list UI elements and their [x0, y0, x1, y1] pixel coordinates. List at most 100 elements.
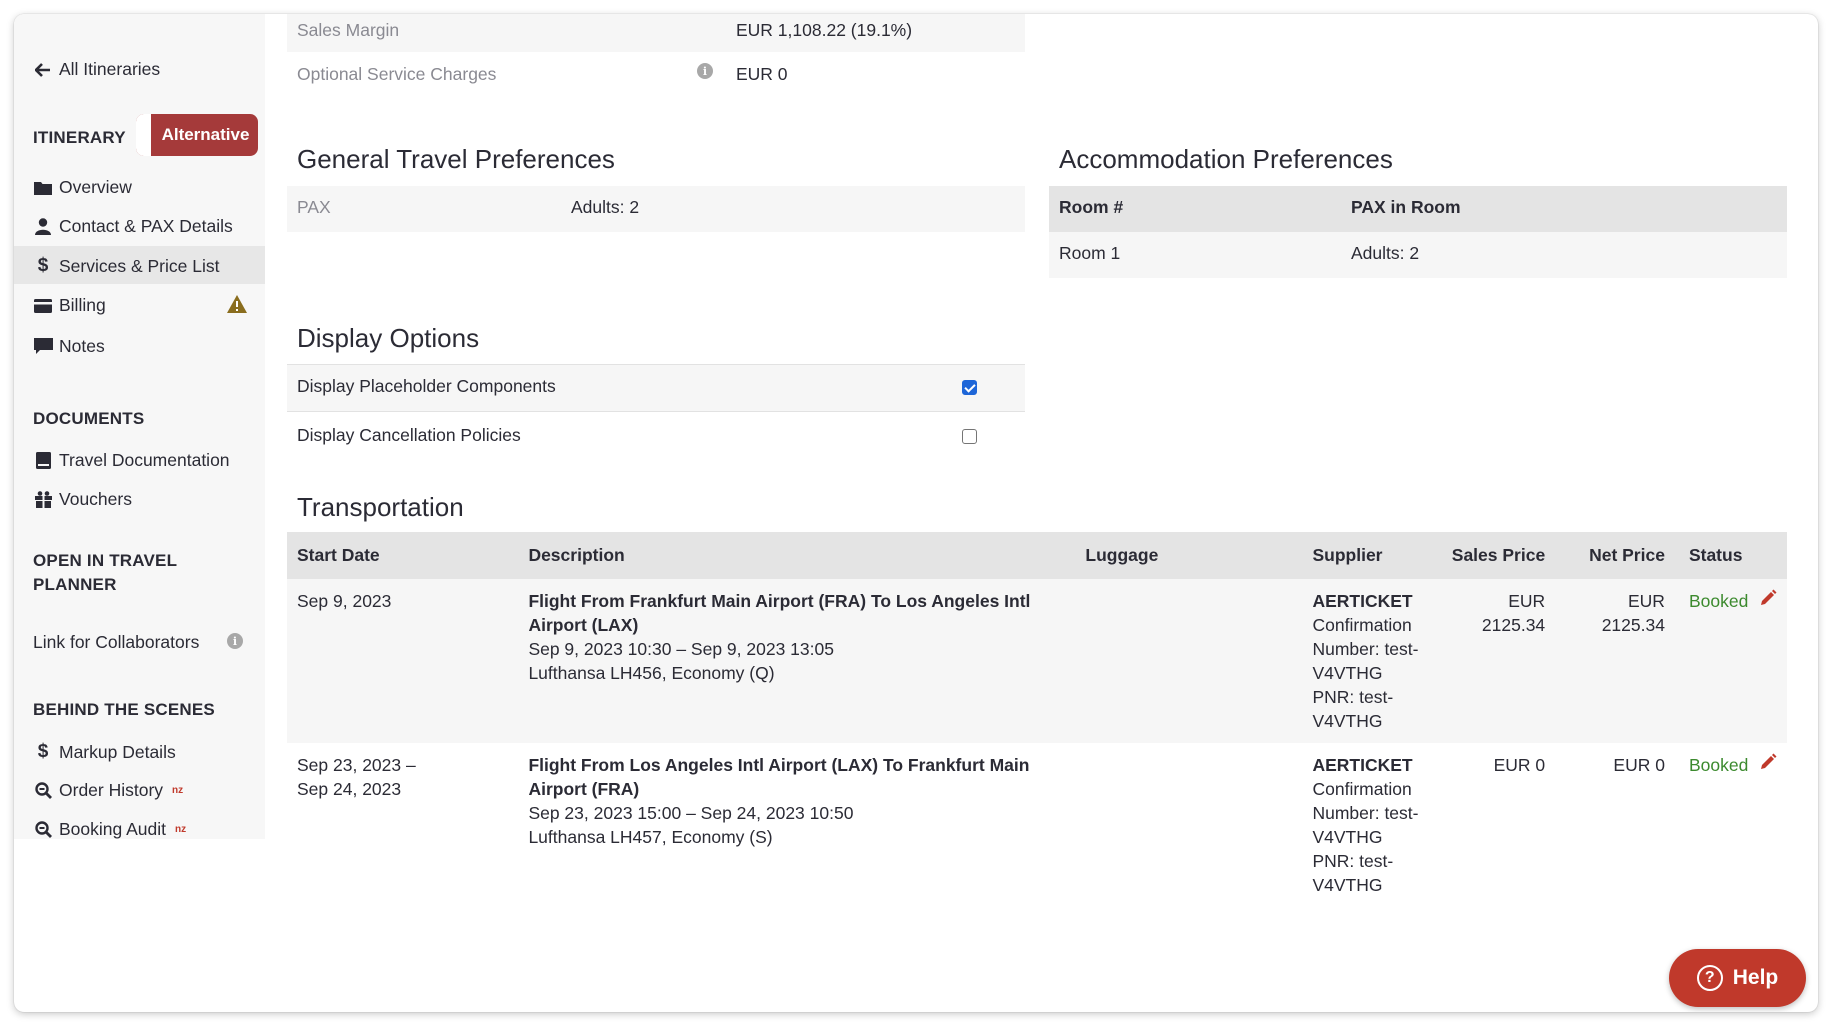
supplier-cell: AERTICKET Confirmation Number: test-V4VT… — [1302, 579, 1436, 743]
sidebar-item-label: Billing — [59, 295, 106, 315]
transportation-table: Start Date Description Luggage Supplier … — [287, 532, 1787, 907]
info-icon[interactable]: i — [227, 633, 243, 649]
sidebar-item-billing[interactable]: Billing — [33, 295, 106, 316]
supplier-cell: AERTICKET Confirmation Number: test-V4VT… — [1302, 743, 1435, 907]
pax-value: Adults: 2 — [571, 197, 640, 217]
sidebar-item-label: Overview — [59, 177, 132, 197]
sidebar-item-label: Notes — [59, 336, 105, 356]
flight-times: Sep 23, 2023 15:00 – Sep 24, 2023 10:50 — [528, 803, 854, 823]
sales-margin-value: EUR 1,108.22 (19.1%) — [736, 20, 913, 40]
dollar-icon: $ — [37, 255, 49, 276]
start-date-value: Sep 23, 2023 – Sep 24, 2023 — [297, 755, 416, 799]
nz-badge: nz — [175, 824, 187, 835]
app-window: All Itineraries ITINERARY Alternative Ov… — [14, 14, 1818, 1012]
sidebar-item-contact-pax[interactable]: Contact & PAX Details — [33, 216, 233, 237]
credit-card-icon — [33, 298, 53, 313]
sales-margin-label: Sales Margin — [297, 20, 400, 40]
display-cancellation-policies-checkbox[interactable] — [962, 429, 977, 444]
display-placeholder-components-checkbox[interactable] — [962, 380, 977, 395]
sidebar-item-label: Vouchers — [59, 489, 132, 509]
sidebar-item-notes[interactable]: Notes — [33, 336, 105, 357]
start-date-cell: Sep 9, 2023 — [287, 579, 519, 743]
search-icon — [33, 782, 53, 799]
book-icon — [33, 452, 53, 469]
warning-icon — [226, 294, 248, 319]
general-travel-preferences-title: General Travel Preferences — [297, 144, 615, 174]
description-cell: Flight From Frankfurt Main Airport (FRA)… — [518, 579, 1076, 743]
optional-service-charges-value: EUR 0 — [736, 64, 788, 84]
col-status[interactable]: Status — [1674, 532, 1759, 579]
itinerary-alternative-toggle[interactable]: Alternative — [136, 114, 258, 156]
sidebar-item-label: Travel Documentation — [59, 450, 230, 470]
pencil-icon[interactable] — [1759, 753, 1777, 775]
all-itineraries-label: All Itineraries — [59, 59, 161, 79]
flight-title: Flight From Frankfurt Main Airport (FRA)… — [528, 591, 1031, 635]
table-row: Sep 23, 2023 – Sep 24, 2023 Flight From … — [287, 743, 1787, 907]
help-button[interactable]: ? Help — [1669, 949, 1806, 1007]
documents-heading: DOCUMENTS — [33, 409, 145, 428]
optional-service-charges-label: Optional Service Charges — [297, 64, 497, 84]
start-date-cell: Sep 23, 2023 – Sep 24, 2023 — [287, 743, 518, 907]
sidebar-item-booking-audit[interactable]: Booking Audit nz — [33, 819, 186, 840]
nz-badge: nz — [172, 785, 184, 796]
sidebar-item-label: Contact & PAX Details — [59, 216, 233, 236]
col-sales-price[interactable]: Sales Price — [1435, 532, 1556, 579]
info-icon[interactable]: i — [697, 63, 713, 79]
link-for-collaborators-label: Link for Collaborators — [33, 632, 200, 652]
room-cell: Room 1 — [1059, 243, 1121, 263]
transportation-title: Transportation — [297, 492, 464, 522]
flight-times: Sep 9, 2023 10:30 – Sep 9, 2023 13:05 — [528, 639, 834, 659]
folder-icon — [33, 180, 53, 195]
flight-number: Lufthansa LH456, Economy (Q) — [528, 663, 775, 683]
open-in-travel-planner-heading: OPEN IN TRAVEL PLANNER — [33, 551, 177, 594]
itinerary-heading: ITINERARY — [33, 128, 126, 147]
toggle-knob — [136, 114, 151, 156]
sidebar-item-label: Markup Details — [59, 741, 176, 762]
sales-price-value: EUR 2125.34 — [1481, 591, 1546, 635]
sidebar-item-services-price-list[interactable]: $ Services & Price List — [33, 255, 220, 277]
gift-icon — [33, 491, 53, 508]
arrow-left-icon — [33, 62, 53, 77]
edit-cell — [1758, 579, 1787, 743]
pencil-icon[interactable] — [1759, 589, 1777, 611]
display-placeholder-components-label: Display Placeholder Components — [297, 376, 556, 396]
col-net-price[interactable]: Net Price — [1555, 532, 1675, 579]
sidebar-item-overview[interactable]: Overview — [33, 177, 132, 198]
col-supplier[interactable]: Supplier — [1302, 532, 1436, 579]
sidebar-item-vouchers[interactable]: Vouchers — [33, 489, 132, 510]
sidebar-item-label: Order History — [59, 780, 164, 800]
sales-price-cell: EUR 0 — [1493, 755, 1546, 775]
all-itineraries-link[interactable]: All Itineraries — [33, 59, 160, 80]
sidebar-item-order-history[interactable]: Order History nz — [33, 780, 183, 801]
status-badge: Booked — [1688, 755, 1749, 775]
display-cancellation-policies-label: Display Cancellation Policies — [297, 425, 521, 445]
col-start-date[interactable]: Start Date — [287, 532, 519, 579]
sales-price-cell: EUR 2125.34 — [1435, 579, 1556, 743]
status-badge: Booked — [1674, 579, 1759, 743]
luggage-cell — [1075, 579, 1303, 743]
link-for-collaborators[interactable]: Link for Collaborators — [33, 632, 199, 653]
sidebar-item-travel-documentation[interactable]: Travel Documentation — [33, 450, 230, 471]
help-label: Help — [1732, 966, 1779, 989]
col-description[interactable]: Description — [518, 532, 1076, 579]
pax-in-room-header: PAX in Room — [1351, 197, 1461, 217]
supplier-details: Confirmation Number: test-V4VTHG PNR: te… — [1312, 615, 1419, 731]
sidebar: All Itineraries ITINERARY Alternative Ov… — [14, 14, 265, 839]
flight-title: Flight From Los Angeles Intl Airport (LA… — [528, 755, 1030, 799]
supplier-name: AERTICKET — [1312, 591, 1413, 611]
pax-label: PAX — [297, 197, 331, 217]
pax-row — [287, 186, 1025, 232]
sidebar-item-markup-details[interactable]: $ Markup Details — [33, 741, 176, 763]
search-icon — [33, 821, 53, 838]
edit-cell — [1759, 743, 1787, 907]
user-icon — [33, 218, 53, 235]
net-price-cell: EUR 2125.34 — [1555, 579, 1675, 743]
supplier-details: Confirmation Number: test-V4VTHG PNR: te… — [1312, 779, 1419, 895]
pax-in-room-cell: Adults: 2 — [1351, 243, 1420, 263]
toggle-label: Alternative — [161, 125, 250, 144]
flight-number: Lufthansa LH457, Economy (S) — [528, 827, 773, 847]
table-row: Sep 9, 2023 Flight From Frankfurt Main A… — [287, 579, 1787, 743]
col-luggage[interactable]: Luggage — [1075, 532, 1303, 579]
table-header-row: Start Date Description Luggage Supplier … — [287, 532, 1787, 579]
sidebar-item-label: Booking Audit — [59, 819, 167, 839]
